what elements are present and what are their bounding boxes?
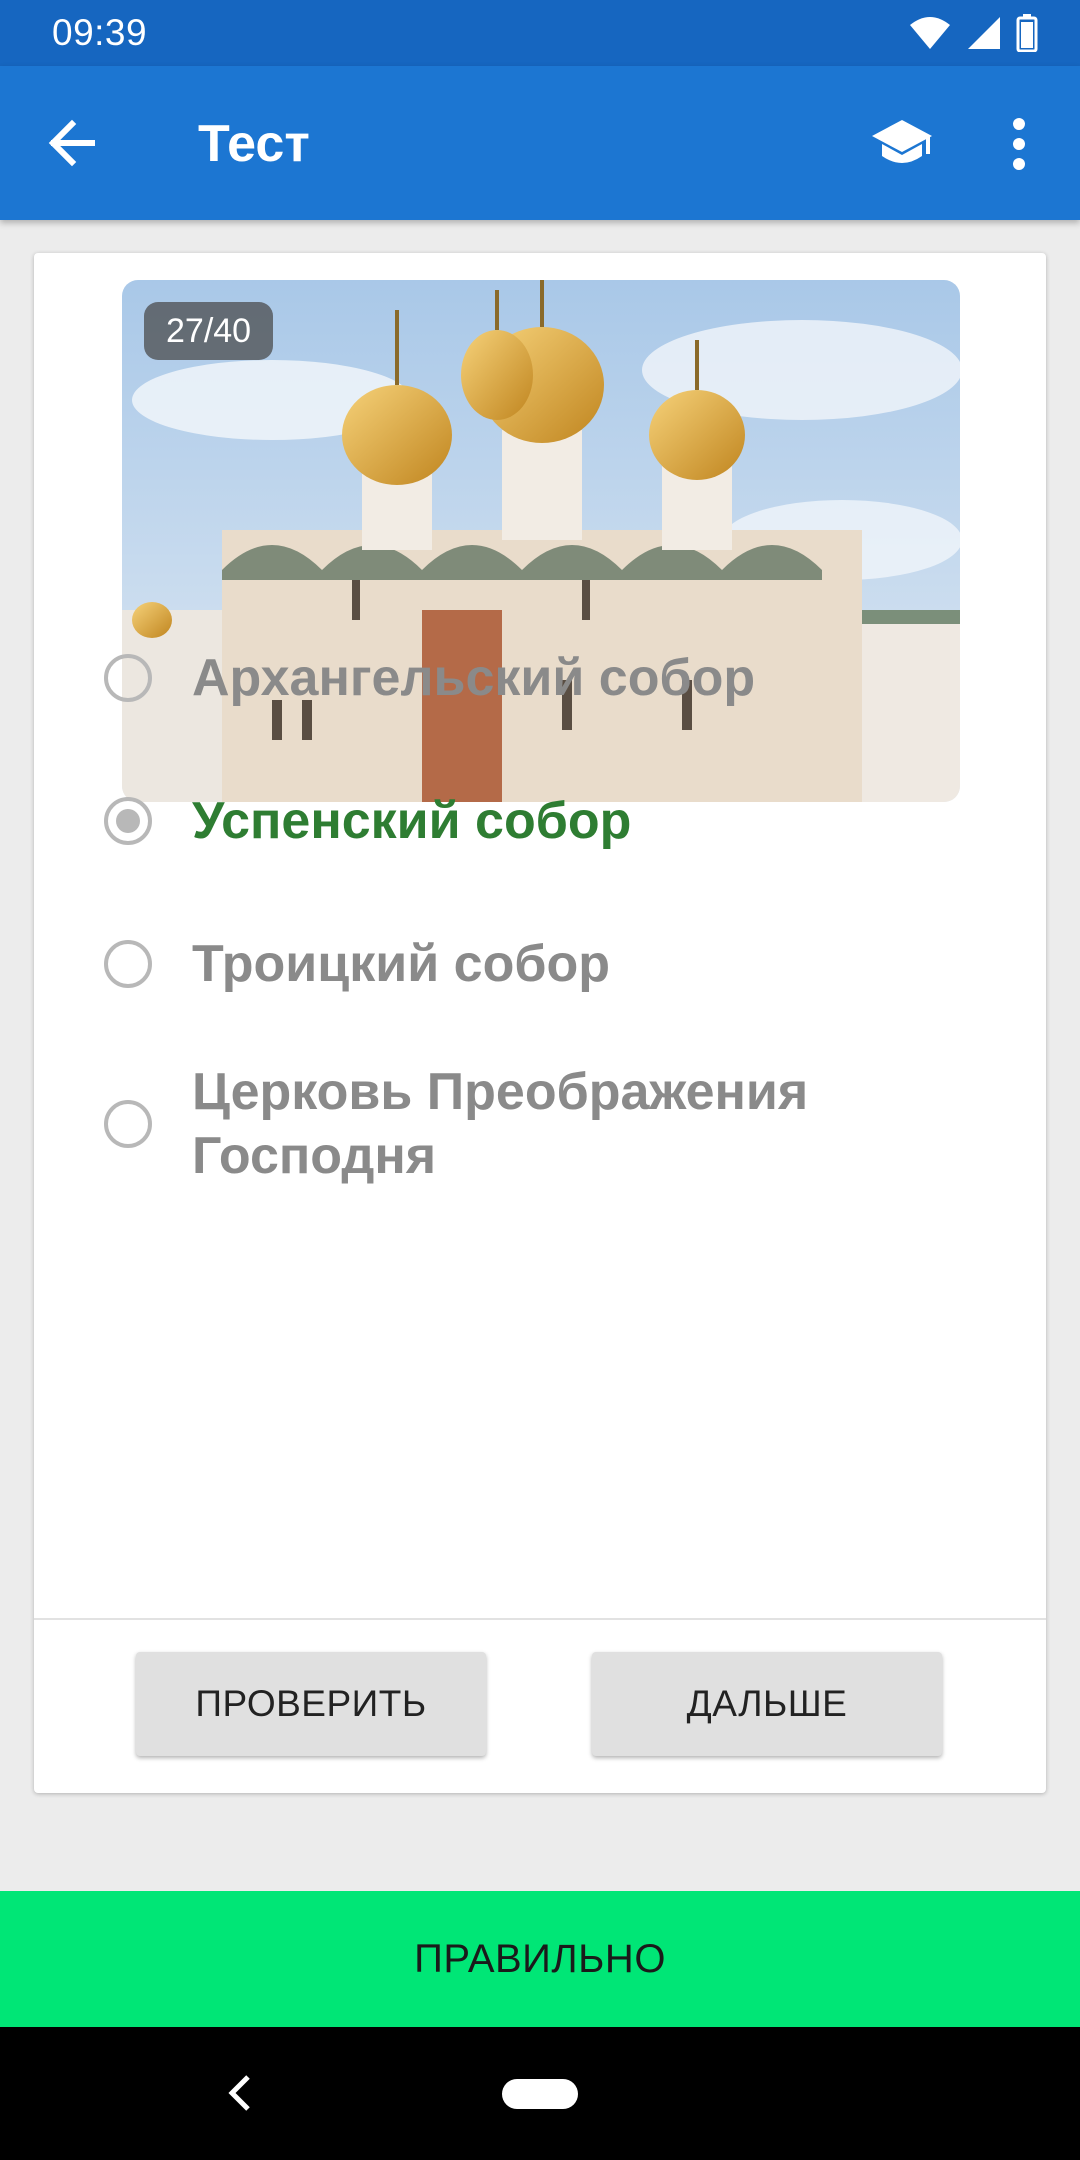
- radio-button[interactable]: [104, 654, 152, 702]
- app-bar: Тест: [0, 66, 1080, 220]
- status-time: 09:39: [52, 12, 148, 53]
- question-image: 27/40: [122, 280, 960, 802]
- wifi-icon: [910, 17, 950, 49]
- option-3[interactable]: Троицкий собор: [104, 932, 610, 996]
- learn-button[interactable]: [868, 110, 936, 178]
- more-menu-button[interactable]: [994, 110, 1044, 178]
- system-nav-bar: [0, 2027, 1080, 2160]
- check-button[interactable]: ПРОВЕРИТЬ: [136, 1652, 486, 1756]
- status-bar: 09:39: [0, 0, 1080, 66]
- status-icons: [908, 14, 1038, 52]
- nav-back-button[interactable]: [222, 2071, 258, 2115]
- graduation-cap-icon: [872, 120, 932, 163]
- arrow-back-icon: [48, 119, 95, 167]
- radio-button[interactable]: [104, 1100, 152, 1148]
- nav-back-icon: [228, 2075, 250, 2111]
- question-counter: 27/40: [144, 302, 274, 360]
- app-title: Тест: [198, 115, 310, 173]
- next-button[interactable]: ДАЛЬШЕ: [592, 1652, 942, 1756]
- option-label-correct: Успенский собор: [192, 792, 632, 850]
- radio-button[interactable]: [104, 940, 152, 988]
- option-4[interactable]: Церковь Преображения Господня: [104, 1060, 884, 1188]
- option-2[interactable]: Успенский собор: [104, 789, 631, 853]
- back-button[interactable]: [42, 113, 102, 173]
- question-card: 27/40 Архангельский собор Успенский собо…: [34, 253, 1046, 1793]
- result-banner: ПРАВИЛЬНО: [0, 1891, 1080, 2027]
- option-label: Церковь Преображения Господня: [192, 1063, 809, 1185]
- nav-home-button[interactable]: [502, 2079, 578, 2109]
- battery-icon: [1016, 14, 1038, 52]
- radio-button-selected[interactable]: [104, 797, 152, 845]
- option-1[interactable]: Архангельский собор: [104, 646, 755, 710]
- card-divider: [34, 1618, 1046, 1620]
- cell-signal-icon: [968, 17, 1000, 49]
- more-vert-icon: [1013, 118, 1025, 170]
- option-label: Архангельский собор: [192, 649, 756, 707]
- option-label: Троицкий собор: [192, 935, 610, 993]
